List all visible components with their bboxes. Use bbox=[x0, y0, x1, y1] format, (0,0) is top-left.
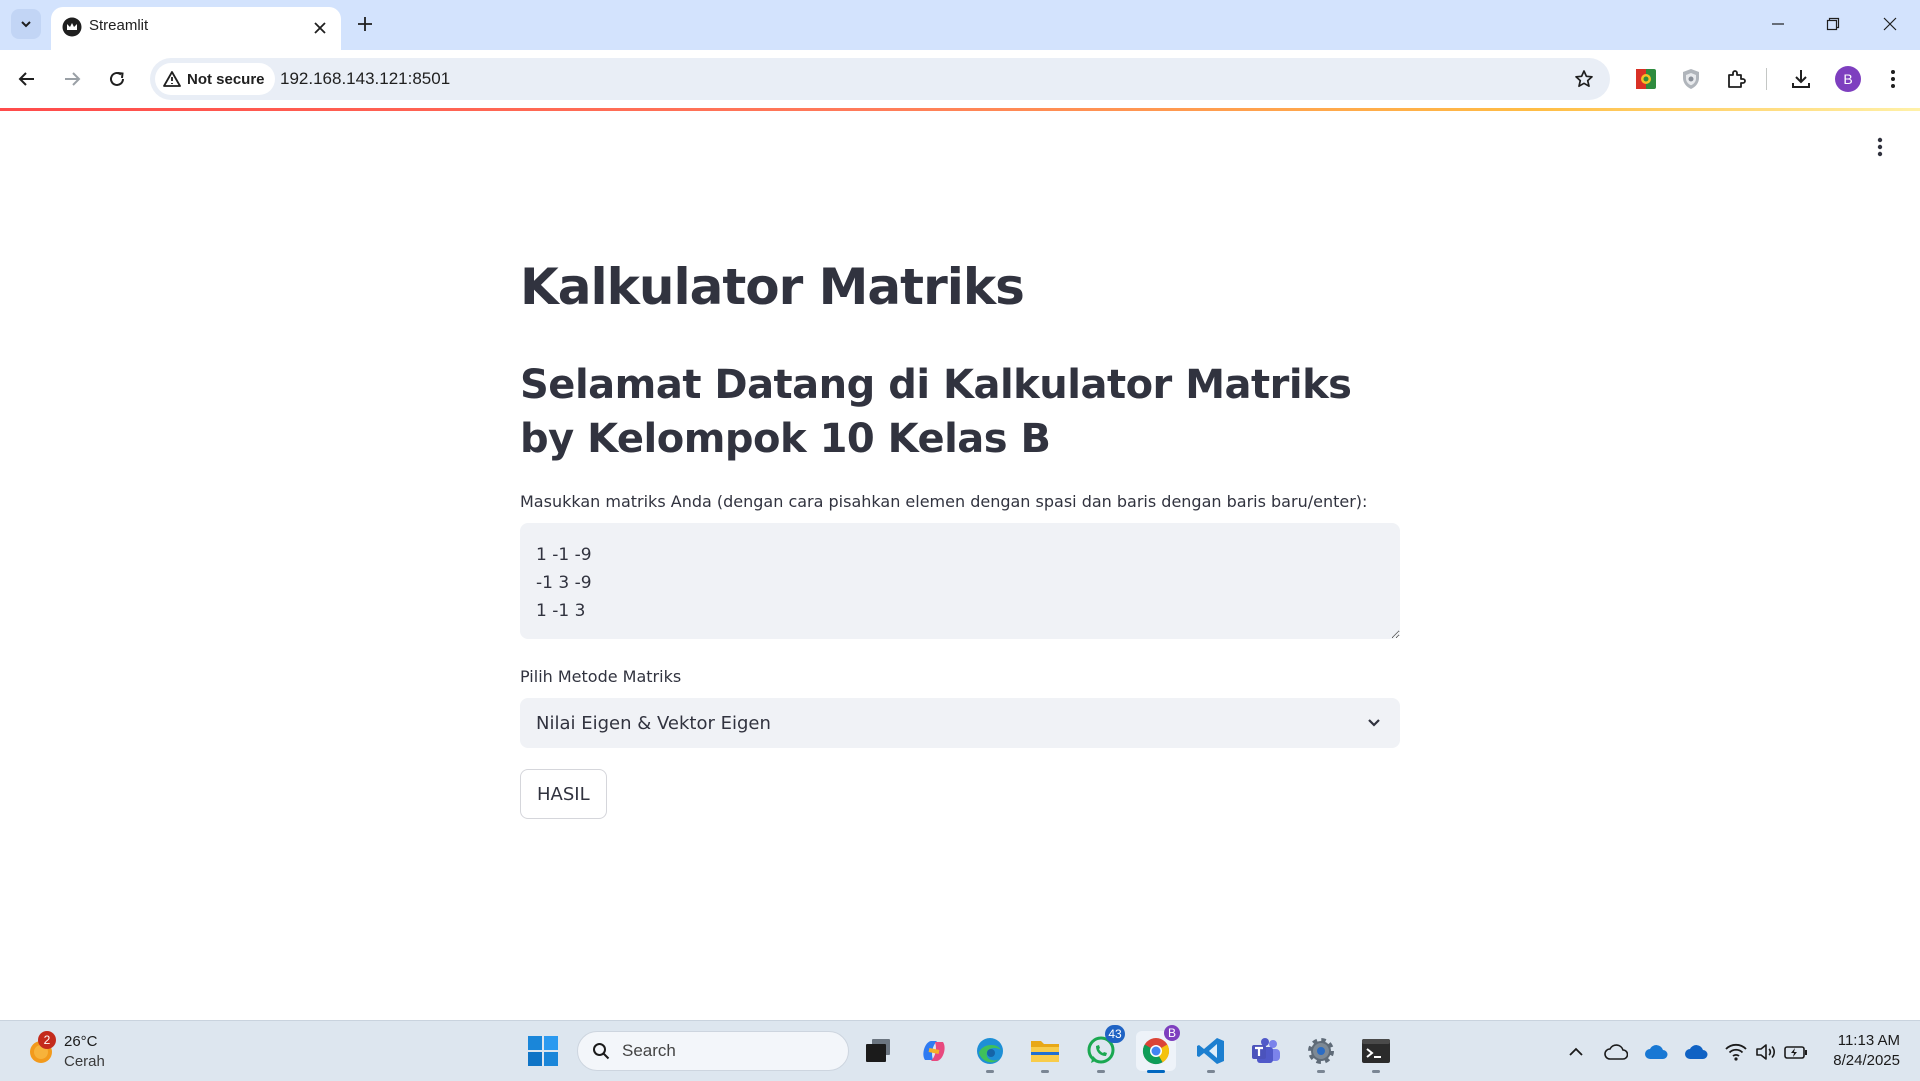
close-window-button[interactable] bbox=[1870, 8, 1910, 40]
method-select[interactable]: Nilai Eigen & Vektor Eigen bbox=[520, 698, 1400, 748]
onedrive-icon[interactable] bbox=[1642, 1039, 1670, 1065]
show-hidden-icons-chevron[interactable] bbox=[1562, 1039, 1590, 1065]
vscode-app[interactable] bbox=[1191, 1031, 1231, 1073]
streamlit-crown-icon bbox=[62, 17, 82, 37]
search-placeholder: Search bbox=[622, 1041, 676, 1060]
browser-toolbar: Not secure 192.168.143.121:8501 B bbox=[0, 50, 1920, 108]
running-indicator bbox=[1207, 1070, 1215, 1073]
minimize-button[interactable] bbox=[1758, 8, 1798, 40]
terminal-app[interactable] bbox=[1356, 1031, 1396, 1073]
app-main-menu-icon[interactable] bbox=[1868, 132, 1892, 162]
running-indicator bbox=[1372, 1070, 1380, 1073]
reload-button[interactable] bbox=[102, 64, 132, 94]
bookmark-star-icon[interactable] bbox=[1572, 67, 1596, 91]
whatsapp-badge: 43 bbox=[1105, 1025, 1125, 1043]
method-select-value: Nilai Eigen & Vektor Eigen bbox=[536, 712, 771, 734]
chevron-up-icon bbox=[1569, 1047, 1583, 1056]
running-indicator bbox=[1041, 1070, 1049, 1073]
url-text: 192.168.143.121:8501 bbox=[280, 69, 451, 88]
browser-tab-active[interactable]: Streamlit bbox=[51, 7, 341, 50]
taskbar-search[interactable]: Search bbox=[577, 1031, 849, 1071]
chrome-icon bbox=[1142, 1038, 1170, 1065]
close-icon bbox=[1883, 17, 1897, 31]
arrow-right-icon bbox=[65, 72, 81, 86]
hasil-button[interactable]: HASIL bbox=[520, 769, 607, 819]
tab-search-button[interactable] bbox=[11, 9, 41, 39]
matrix-input[interactable]: 1 -1 -9 -1 3 -9 1 -1 3 bbox=[520, 523, 1400, 639]
chevron-down-icon bbox=[1368, 719, 1380, 727]
clock-date: 8/24/2025 bbox=[1833, 1052, 1900, 1069]
windows-logo-icon bbox=[528, 1036, 558, 1066]
restore-button[interactable] bbox=[1813, 8, 1853, 40]
vscode-icon bbox=[1197, 1038, 1224, 1064]
cloud-outline-icon[interactable] bbox=[1602, 1039, 1630, 1065]
tab-title: Streamlit bbox=[89, 17, 149, 34]
running-indicator bbox=[986, 1070, 994, 1073]
reload-icon bbox=[110, 71, 124, 86]
weather-badge: 2 bbox=[38, 1031, 56, 1049]
address-bar[interactable]: Not secure 192.168.143.121:8501 bbox=[150, 58, 1610, 100]
security-indicator[interactable]: Not secure bbox=[155, 63, 275, 95]
method-select-label: Pilih Metode Matriks bbox=[520, 667, 682, 686]
browser-tab-strip: Streamlit bbox=[0, 0, 1920, 50]
battery-icon[interactable] bbox=[1782, 1039, 1810, 1065]
toolbar-divider bbox=[1766, 68, 1767, 90]
page-subtitle: Selamat Datang di Kalkulator Matriks by … bbox=[520, 362, 1352, 462]
windows-taskbar: 2 26°C Cerah Search 43 B 11:13 AM 8/24/2… bbox=[0, 1020, 1920, 1081]
teams-icon bbox=[1252, 1038, 1280, 1063]
terminal-icon bbox=[1362, 1039, 1390, 1063]
shield-extension-icon[interactable] bbox=[1676, 64, 1706, 94]
gear-icon bbox=[1308, 1038, 1334, 1064]
restore-icon bbox=[1826, 17, 1840, 31]
warning-triangle-icon bbox=[163, 71, 181, 87]
folder-icon bbox=[1031, 1041, 1059, 1062]
onedrive-work-icon[interactable] bbox=[1682, 1039, 1710, 1065]
volume-icon[interactable] bbox=[1752, 1039, 1780, 1065]
wifi-icon[interactable] bbox=[1722, 1039, 1750, 1065]
weather-condition: Cerah bbox=[64, 1053, 105, 1070]
arrow-left-icon bbox=[18, 72, 34, 86]
back-button[interactable] bbox=[12, 64, 42, 94]
close-tab-icon[interactable] bbox=[308, 16, 332, 40]
weather-temperature: 26°C bbox=[64, 1033, 98, 1050]
file-explorer-app[interactable] bbox=[1025, 1031, 1065, 1073]
whatsapp-app[interactable]: 43 bbox=[1081, 1025, 1125, 1073]
chrome-app[interactable]: B bbox=[1136, 1025, 1180, 1073]
task-view-button[interactable] bbox=[858, 1031, 898, 1071]
chevron-down-icon bbox=[21, 21, 31, 28]
start-button[interactable] bbox=[527, 1035, 559, 1067]
taskbar-clock[interactable]: 11:13 AM 8/24/2025 bbox=[1820, 1031, 1900, 1071]
search-icon bbox=[593, 1043, 610, 1060]
minimize-icon bbox=[1772, 23, 1784, 25]
extensions-puzzle-icon[interactable] bbox=[1721, 64, 1751, 94]
clock-time: 11:13 AM bbox=[1837, 1032, 1900, 1049]
browser-menu-icon[interactable] bbox=[1878, 64, 1908, 94]
task-view-icon bbox=[866, 1039, 890, 1062]
active-indicator bbox=[1147, 1070, 1165, 1073]
copilot-icon bbox=[923, 1041, 945, 1061]
download-icon[interactable] bbox=[1786, 64, 1816, 94]
settings-app[interactable] bbox=[1301, 1031, 1341, 1073]
plus-icon bbox=[358, 17, 372, 31]
edge-icon bbox=[977, 1038, 1003, 1064]
matrix-input-label: Masukkan matriks Anda (dengan cara pisah… bbox=[520, 492, 1368, 511]
edge-app[interactable] bbox=[970, 1031, 1010, 1073]
profile-avatar[interactable]: B bbox=[1835, 66, 1861, 92]
copilot-app[interactable] bbox=[914, 1031, 954, 1071]
new-tab-button[interactable] bbox=[352, 11, 378, 37]
weather-widget[interactable]: 2 26°C Cerah bbox=[26, 1031, 166, 1073]
page-title: Kalkulator Matriks bbox=[520, 258, 1025, 316]
security-label: Not secure bbox=[187, 70, 265, 88]
teams-app[interactable] bbox=[1246, 1031, 1286, 1071]
streamlit-decoration-bar bbox=[0, 108, 1920, 111]
running-indicator bbox=[1097, 1070, 1105, 1073]
extension-flag-icon[interactable] bbox=[1631, 64, 1661, 94]
running-indicator bbox=[1317, 1070, 1325, 1073]
chrome-profile-badge: B bbox=[1164, 1025, 1180, 1041]
forward-button[interactable] bbox=[57, 64, 87, 94]
main-content: Kalkulator Matriks Selamat Datang di Kal… bbox=[520, 250, 1400, 819]
